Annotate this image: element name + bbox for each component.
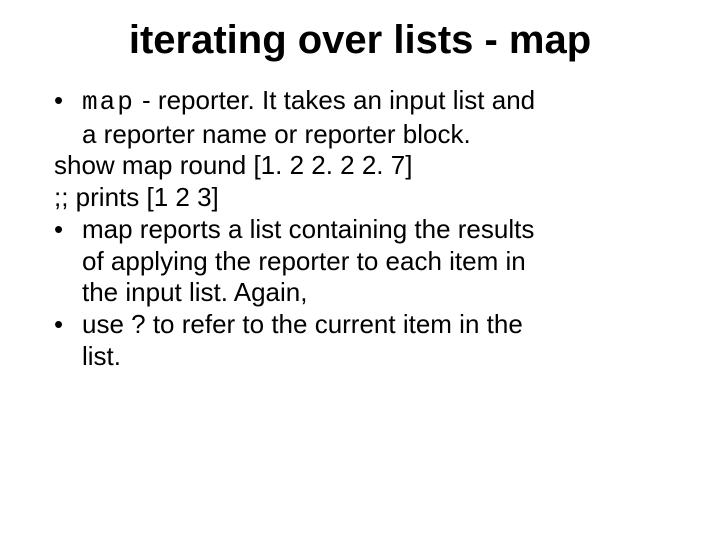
bullet-dot-icon: • [50, 309, 82, 341]
slide: iterating over lists - map • map - repor… [0, 0, 720, 540]
slide-title: iterating over lists - map [50, 18, 670, 63]
bullet-dot-icon: • [50, 85, 82, 117]
bullet-2-cont2: the input list. Again, [50, 277, 670, 309]
code-word-map: map [82, 87, 135, 117]
bullet-1-rest: - reporter. It takes an input list and [135, 85, 535, 115]
bullet-item-3: • use ? to refer to the current item in … [50, 309, 670, 341]
bullet-1-text: map - reporter. It takes an input list a… [82, 85, 670, 119]
bullet-item-1: • map - reporter. It takes an input list… [50, 85, 670, 119]
bullet-2-cont1: of applying the reporter to each item in [50, 246, 670, 278]
slide-body: • map - reporter. It takes an input list… [50, 85, 670, 372]
bullet-1-cont: a reporter name or reporter block. [50, 119, 670, 151]
bullet-item-2: • map reports a list containing the resu… [50, 214, 670, 246]
code-line-1: show map round [1. 2 2. 2 2. 7] [50, 150, 670, 182]
bullet-dot-icon: • [50, 214, 82, 246]
bullet-3-cont: list. [50, 341, 670, 373]
code-line-2: ;; prints [1 2 3] [50, 182, 670, 214]
bullet-2-text: map reports a list containing the result… [82, 214, 670, 246]
bullet-3-text: use ? to refer to the current item in th… [82, 309, 670, 341]
